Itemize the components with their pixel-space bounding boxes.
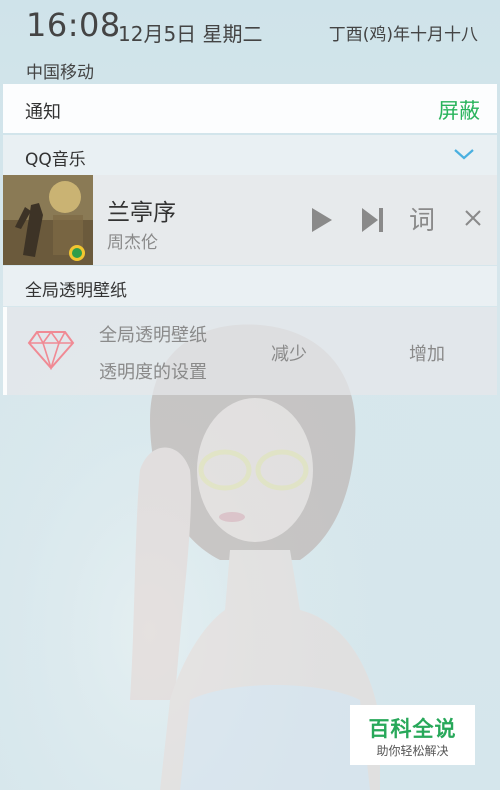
next-track-icon[interactable] (359, 202, 387, 238)
wallpaper-title: 全局透明壁纸 (99, 325, 207, 346)
chevron-down-icon[interactable] (453, 147, 475, 161)
album-cover (3, 175, 93, 265)
close-icon[interactable] (463, 207, 483, 229)
wallpaper-subtitle: 透明度的设置 (99, 362, 207, 383)
diamond-icon (27, 330, 75, 370)
watermark-title: 百科全说 (368, 717, 457, 741)
status-bar: 16:08 12月5日 星期二 丁酉(鸡)年十月十八 (0, 0, 500, 54)
lunar-date: 丁酉(鸡)年十月十八 (328, 25, 478, 45)
notification-header: 通知 屏蔽 (3, 84, 497, 133)
watermark-subtitle: 助你轻松解决 (376, 744, 449, 758)
wallpaper-app-name: 全局透明壁纸 (25, 281, 127, 301)
carrier-label: 中国移动 (26, 63, 94, 83)
music-app-header[interactable]: QQ音乐 (3, 135, 497, 175)
date-weekday: 12月5日 星期二 (118, 22, 263, 46)
block-button[interactable]: 屏蔽 (438, 95, 480, 125)
song-title: 兰亭序 (107, 200, 176, 226)
decrease-button[interactable]: 减少 (271, 340, 307, 366)
wallpaper-app-header[interactable]: 全局透明壁纸 (3, 266, 497, 306)
artist-name: 周杰伦 (107, 233, 158, 253)
watermark-logo: 百科全说 助你轻松解决 (350, 705, 475, 765)
music-player-notification[interactable]: 兰亭序 周杰伦 词 (3, 175, 497, 265)
clock-time: 16:08 (26, 6, 121, 44)
lyrics-button[interactable]: 词 (409, 200, 435, 237)
play-icon[interactable] (309, 202, 335, 238)
increase-button[interactable]: 增加 (409, 340, 445, 366)
wallpaper-notification[interactable]: 全局透明壁纸 透明度的设置 减少 增加 (3, 307, 497, 395)
music-app-name: QQ音乐 (25, 150, 86, 170)
notification-title: 通知 (25, 102, 61, 123)
